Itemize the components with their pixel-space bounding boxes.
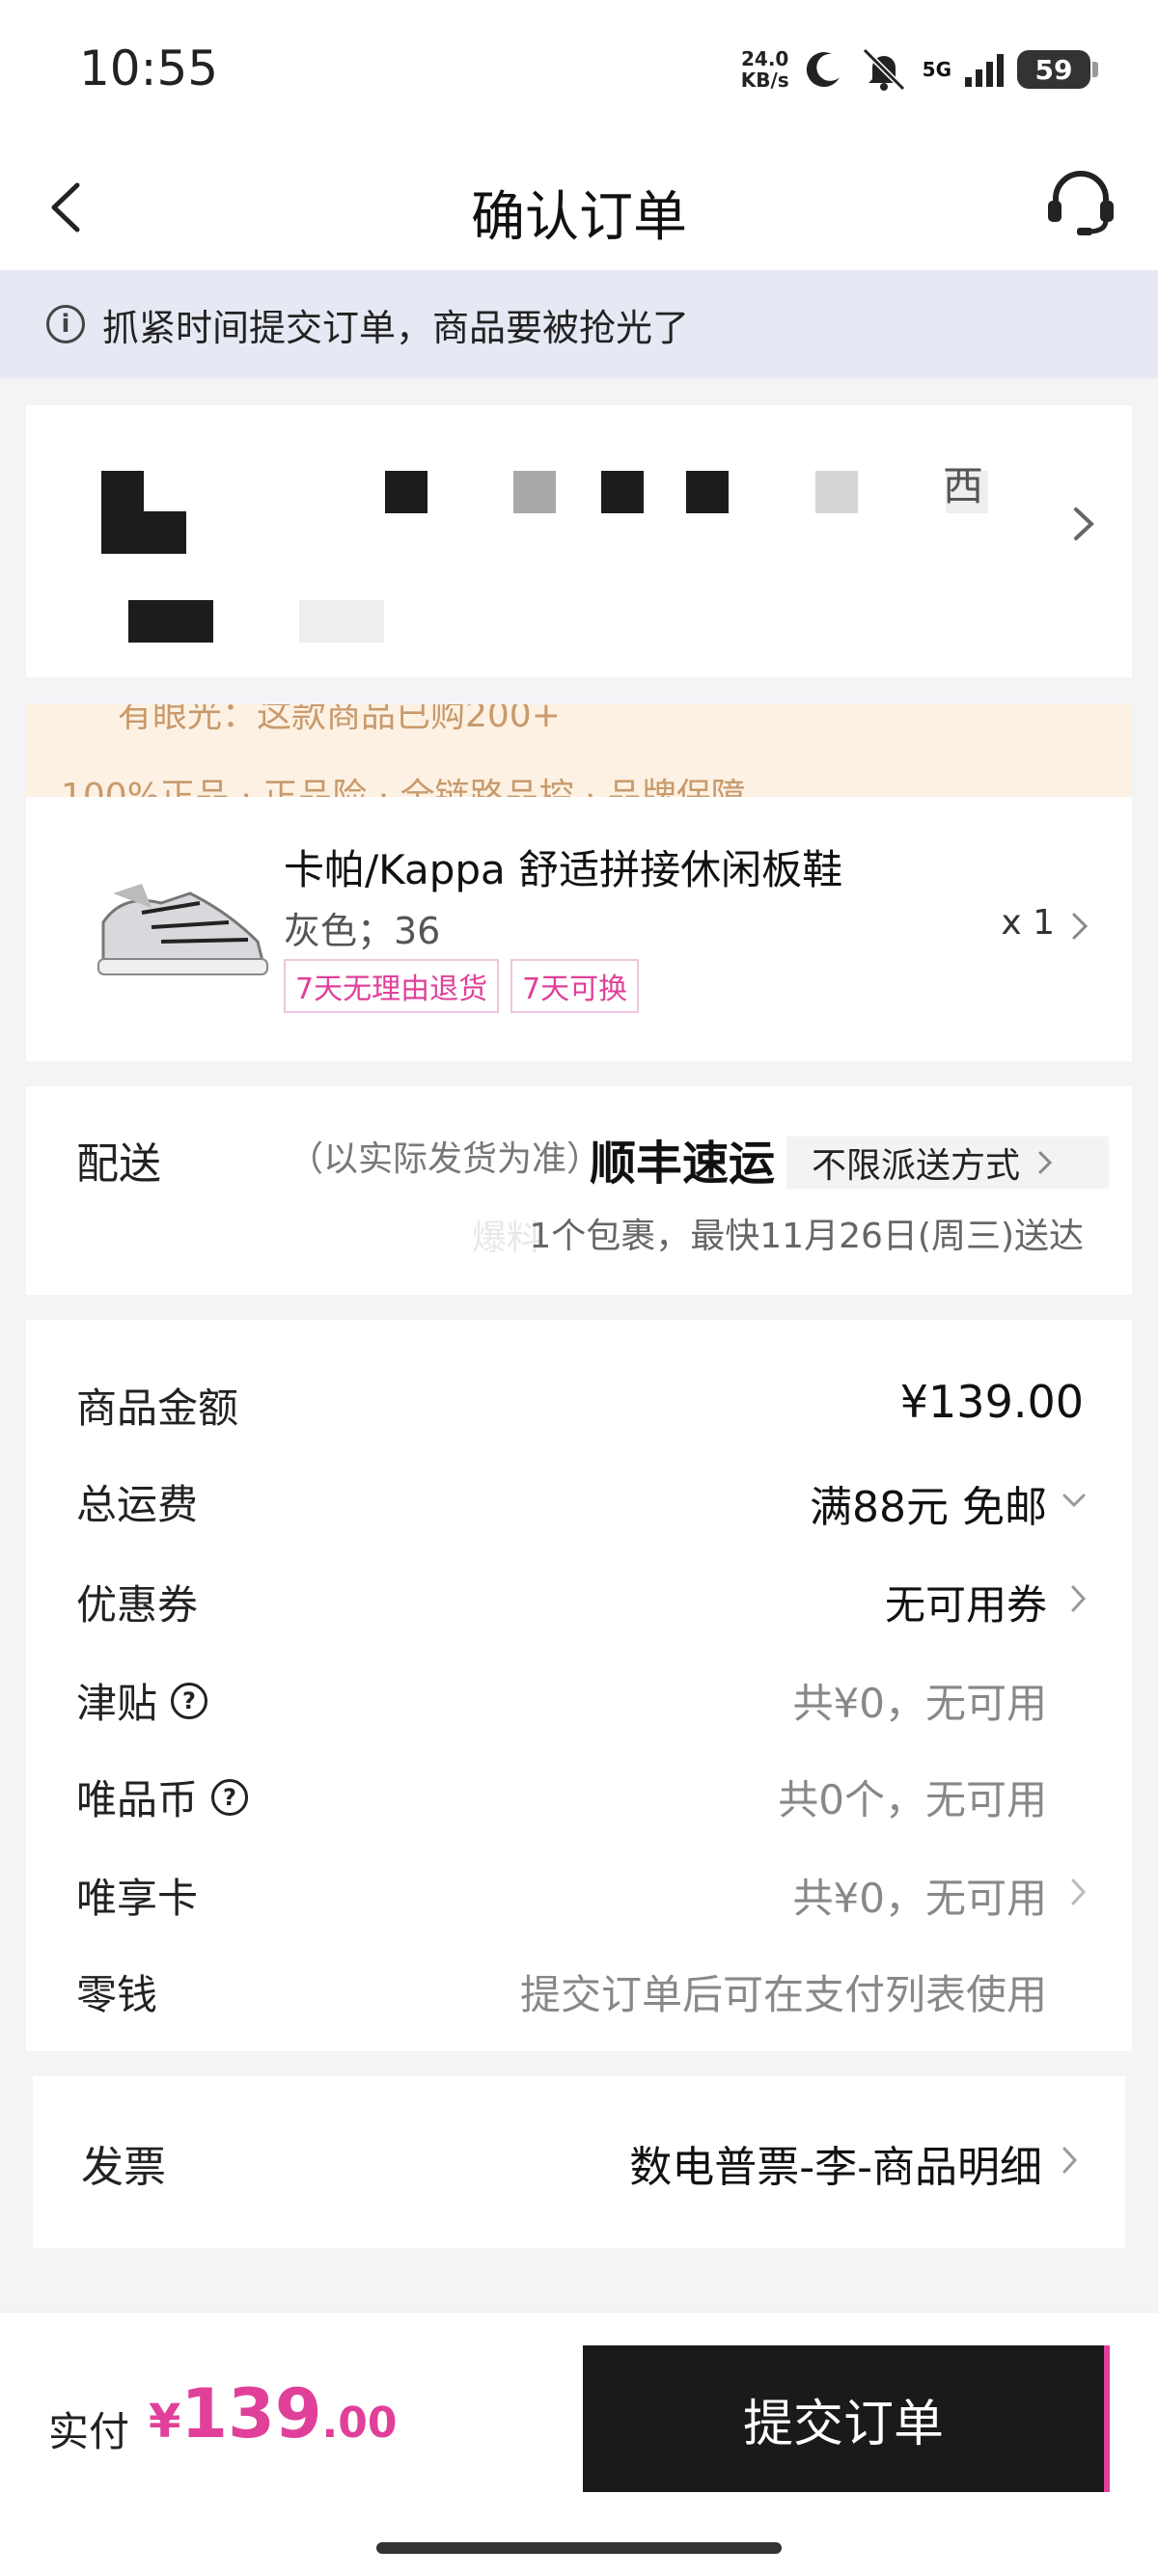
redaction-block — [601, 471, 644, 513]
tag-exchange-policy: 7天可换 — [510, 959, 640, 1013]
row-coupon[interactable]: 优惠券 无可用券 — [26, 1559, 1132, 1636]
redaction-block — [128, 600, 213, 643]
promo-line-1: 有眼光：这款商品已购200+ — [118, 704, 561, 735]
info-icon: i — [46, 305, 85, 343]
delivery-method-label: 不限派送方式 — [812, 1146, 1021, 1186]
pay-label: 实付 — [48, 2408, 130, 2455]
home-indicator[interactable] — [376, 2542, 782, 2554]
redaction-block — [385, 471, 427, 513]
chevron-right-icon — [1071, 1585, 1087, 1612]
shipping-card: 配送 （以实际发货为准） 顺丰速运 不限派送方式 爆料 1个包裹，最快11月26… — [26, 1086, 1132, 1295]
chevron-right-icon — [1074, 507, 1094, 540]
net-speed: 24.0 KB/s — [740, 47, 789, 92]
product-quantity: x 1 — [1001, 903, 1055, 943]
shipping-eta: 1个包裹，最快11月26日(周三)送达 — [529, 1217, 1084, 1256]
product-thumbnail — [97, 884, 268, 975]
notice-text: 抓紧时间提交订单，商品要被抢光了 — [102, 306, 690, 349]
vip-coins-value: 共0个，无可用 — [778, 1776, 1047, 1823]
checkout-bar: 实付 ¥139.00 提交订单 — [0, 2312, 1158, 2576]
product-spec: 灰色；36 — [284, 910, 441, 952]
pay-amount-integer: 139 — [180, 2374, 322, 2453]
row-label: 优惠券 — [76, 1581, 199, 1629]
product-card[interactable]: 卡帕/Kappa 舒适拼接休闲板鞋 灰色；36 x 1 7天无理由退货 7天可换 — [26, 797, 1132, 1061]
row-vip-coins: 唯品币? 共0个，无可用 — [26, 1754, 1132, 1831]
urgency-notice: i 抓紧时间提交订单，商品要被抢光了 — [0, 270, 1158, 378]
promo-line-2: 100%正品 · 正品险 · 全链路品控 · 品牌保障 — [61, 777, 746, 797]
row-vip-card[interactable]: 唯享卡 共¥0，无可用 — [26, 1852, 1132, 1930]
row-label: 零钱 — [76, 1971, 158, 2018]
silent-bell-icon — [862, 47, 905, 92]
row-label: 总运费 — [76, 1481, 199, 1528]
chevron-right-icon — [1062, 2147, 1078, 2174]
product-tags: 7天无理由退货 7天可换 — [284, 959, 640, 1013]
status-bar: 10:55 24.0 KB/s 5G 59 — [0, 0, 1158, 145]
row-label: 商品金额 — [76, 1384, 239, 1432]
battery-icon: 59 — [1017, 50, 1098, 89]
nav-bar: 确认订单 — [0, 145, 1158, 270]
tag-return-policy: 7天无理由退货 — [284, 959, 500, 1013]
redaction-block — [299, 600, 384, 643]
shipping-carrier: 顺丰速运 — [590, 1137, 776, 1191]
submit-order-button[interactable]: 提交订单 — [583, 2345, 1110, 2492]
customer-service-icon[interactable] — [1042, 166, 1119, 243]
moon-icon — [806, 52, 840, 88]
invoice-card[interactable]: 发票 数电普票-李-商品明细 — [33, 2076, 1125, 2248]
help-icon[interactable]: ? — [171, 1682, 208, 1719]
redaction-block — [101, 471, 144, 513]
chevron-right-icon — [1038, 1151, 1053, 1174]
product-name: 卡帕/Kappa 舒适拼接休闲板鞋 — [284, 846, 843, 893]
shipping-fee-value: 满88元 免邮 — [810, 1483, 1047, 1532]
row-change-balance: 零钱 提交订单后可在支付列表使用 — [26, 1949, 1132, 2026]
chevron-right-icon — [1072, 913, 1089, 940]
chevron-right-icon — [1071, 1878, 1087, 1905]
address-partial-text: 西 — [943, 462, 984, 509]
chevron-down-icon — [1062, 1494, 1086, 1508]
row-label: 唯享卡 — [76, 1875, 199, 1922]
allowance-value: 共¥0，无可用 — [792, 1680, 1047, 1727]
redaction-block — [513, 471, 556, 513]
change-balance-value: 提交订单后可在支付列表使用 — [519, 1971, 1047, 2018]
signal-icon — [965, 52, 1004, 87]
redaction-block — [686, 471, 729, 513]
redaction-block — [101, 511, 186, 554]
status-time: 10:55 — [79, 41, 219, 96]
invoice-label: 发票 — [81, 2143, 166, 2192]
row-label: 唯品币 — [76, 1776, 199, 1823]
row-goods-amount: 商品金额 ¥139.00 — [26, 1362, 1132, 1439]
price-breakdown-card: 商品金额 ¥139.00 总运费 满88元 免邮 优惠券 无可用券 津贴? 共¥… — [26, 1320, 1132, 2051]
redaction-block — [815, 471, 858, 513]
delivery-method-selector[interactable]: 不限派送方式 — [786, 1137, 1109, 1189]
shipping-label: 配送 — [76, 1139, 161, 1189]
vip-card-value: 共¥0，无可用 — [792, 1875, 1047, 1922]
address-card[interactable]: 西 — [26, 405, 1132, 677]
promo-strip: 有眼光：这款商品已购200+ 100%正品 · 正品险 · 全链路品控 · 品牌… — [26, 704, 1132, 797]
network-type: 5G — [922, 58, 951, 81]
invoice-value: 数电普票-李-商品明细 — [629, 2143, 1042, 2192]
row-label: 津贴 — [76, 1680, 158, 1727]
page-title: 确认订单 — [471, 186, 687, 249]
help-icon[interactable]: ? — [211, 1778, 249, 1816]
goods-amount-value: ¥139.00 — [899, 1376, 1084, 1428]
pay-amount-decimal: .00 — [321, 2398, 398, 2448]
pay-amount: ¥139.00 — [149, 2374, 397, 2453]
row-allowance: 津贴? 共¥0，无可用 — [26, 1658, 1132, 1735]
battery-level: 59 — [1034, 53, 1073, 86]
pay-currency: ¥ — [149, 2395, 181, 2449]
shipping-note: （以实际发货为准） — [289, 1139, 602, 1179]
coupon-value: 无可用券 — [884, 1581, 1047, 1629]
status-icons: 24.0 KB/s 5G 59 — [740, 41, 1098, 98]
row-shipping-fee[interactable]: 总运费 满88元 免邮 — [26, 1459, 1132, 1536]
